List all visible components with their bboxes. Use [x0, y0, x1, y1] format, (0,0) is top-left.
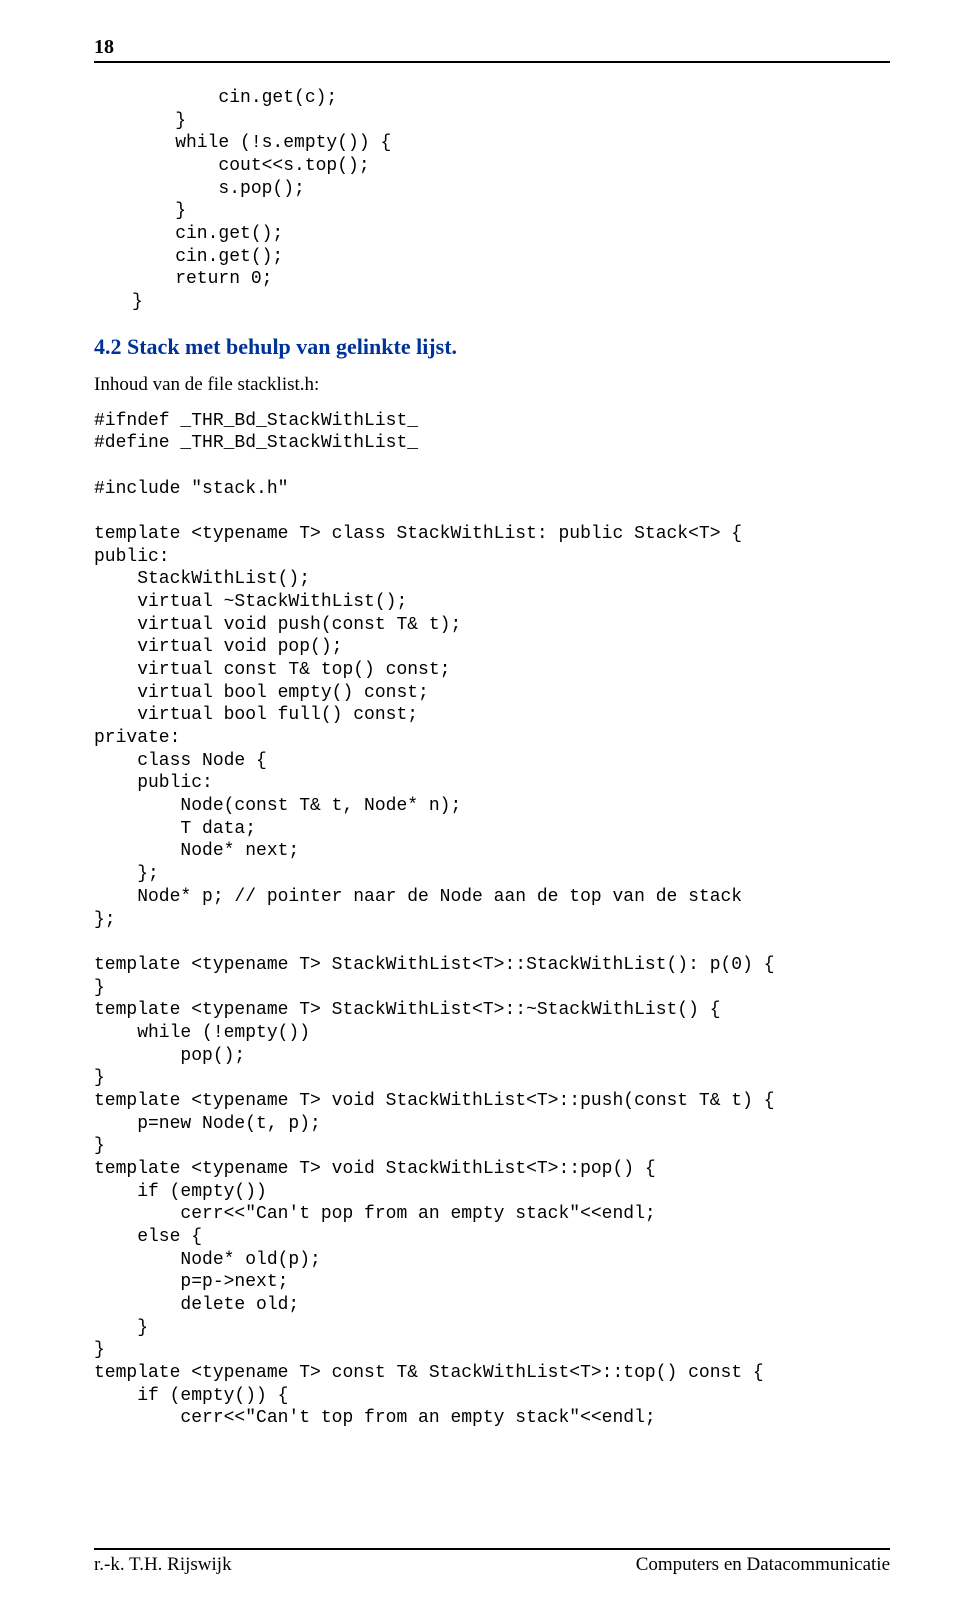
- footer-left: r.-k. T.H. Rijswijk: [94, 1554, 232, 1576]
- footer-right: Computers en Datacommunicatie: [636, 1554, 890, 1576]
- file-label: Inhoud van de file stacklist.h:: [94, 374, 890, 396]
- section-heading: 4.2 Stack met behulp van gelinkte lijst.: [94, 334, 890, 360]
- code-block-main: #ifndef _THR_Bd_StackWithList_ #define _…: [94, 410, 890, 1430]
- top-divider: [94, 61, 890, 63]
- footer-divider: [94, 1548, 890, 1550]
- page-number: 18: [94, 36, 890, 59]
- code-block-top: cin.get(c); } while (!s.empty()) { cout<…: [132, 87, 890, 314]
